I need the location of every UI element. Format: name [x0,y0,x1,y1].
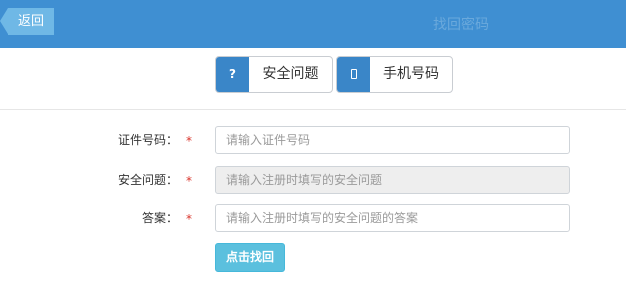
back-button-label[interactable]: 返回 [8,8,54,35]
security-question-row: 安全问题： * [0,166,626,194]
required-marker: * [186,134,192,148]
back-arrow-icon [0,8,8,34]
tab-mobile-number-label[interactable]: 手机号码 [370,57,452,92]
id-number-input[interactable] [215,126,570,154]
required-marker: * [186,174,192,188]
recovery-mode-tabs: ? 安全问题 手机号码 [0,48,626,110]
page-title: 找回密码 [433,17,489,33]
security-question-input [215,166,570,194]
answer-row: 答案： * [0,204,626,232]
submit-recover-button[interactable]: 点击找回 [215,243,285,272]
tab-security-question-label[interactable]: 安全问题 [249,57,332,92]
tab-security-question[interactable]: ? 安全问题 [215,56,333,93]
id-number-row: 证件号码： * [0,126,626,154]
answer-input[interactable] [215,204,570,232]
id-number-label: 证件号码： [117,133,178,147]
back-button[interactable]: 返回 [0,8,54,35]
security-question-label: 安全问题： [117,173,178,187]
answer-label: 答案： [141,211,178,225]
required-marker: * [186,212,192,226]
mobile-phone-icon [337,57,370,92]
top-header: 返回 找回密码 [0,0,626,48]
tab-mobile-number[interactable]: 手机号码 [336,56,453,93]
question-mark-icon: ? [216,57,249,92]
